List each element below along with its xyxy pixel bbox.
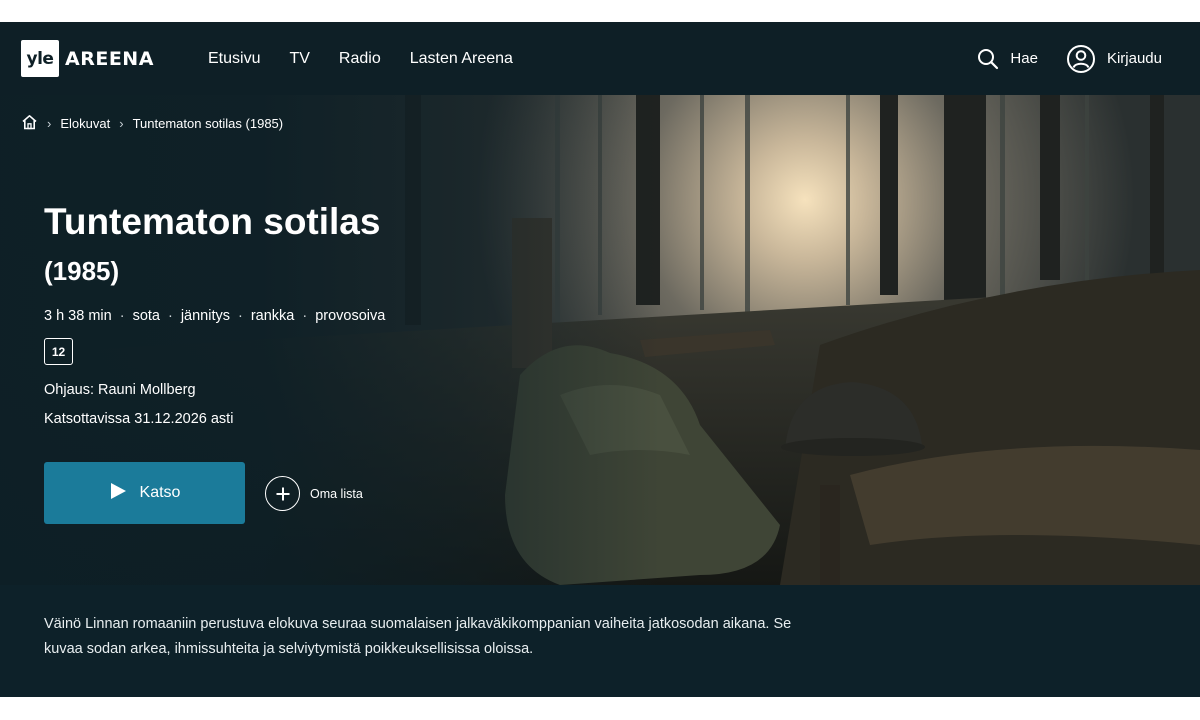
meta-tag: rankka (250, 308, 295, 324)
search-icon (977, 48, 999, 70)
program-meta: 3 h 38 min · sota · jännitys · rankka · … (44, 308, 385, 324)
program-description: Väinö Linnan romaaniin perustuva elokuva… (44, 616, 792, 657)
search-label: Hae (1010, 50, 1038, 67)
search-button[interactable]: Hae (977, 48, 1038, 70)
yle-areena-logo[interactable]: yle AREENA (21, 40, 154, 77)
age-rating-badge: 12 (44, 338, 73, 365)
login-button[interactable]: Kirjaudu (1066, 44, 1162, 74)
login-label: Kirjaudu (1106, 50, 1162, 67)
areena-logo-text: AREENA (65, 47, 154, 70)
add-to-list-button[interactable]: Oma lista (265, 476, 363, 511)
main-nav: Etusivu TV Radio Lasten Areena (208, 22, 513, 95)
breadcrumb-item-current: Tuntematon sotilas (1985) (132, 116, 284, 131)
meta-separator: · (119, 308, 125, 324)
areena-page: yle AREENA Etusivu TV Radio Lasten Areen… (0, 22, 1200, 697)
meta-duration: 3 h 38 min (44, 308, 112, 324)
meta-separator: · (238, 308, 243, 324)
nav-item-etusivu[interactable]: Etusivu (208, 50, 260, 68)
nav-item-lasten-areena[interactable]: Lasten Areena (410, 50, 513, 68)
program-hero: › Elokuvat › Tuntematon sotilas (1985) T… (0, 95, 1200, 585)
meta-tag: provosoiva (315, 308, 386, 324)
watch-button[interactable]: Katso (44, 462, 245, 524)
nav-item-tv[interactable]: TV (289, 50, 309, 68)
chevron-right-icon: › (119, 116, 124, 131)
meta-tag: jännitys (180, 308, 230, 324)
chevron-right-icon: › (47, 116, 52, 131)
availability-text: Katsottavissa 31.12.2026 asti (44, 411, 234, 427)
play-icon (109, 482, 127, 505)
nav-item-radio[interactable]: Radio (339, 50, 381, 68)
user-icon (1066, 44, 1096, 74)
top-navigation-bar: yle AREENA Etusivu TV Radio Lasten Areen… (0, 22, 1200, 95)
program-director: Ohjaus: Rauni Mollberg (44, 382, 196, 398)
yle-logo-mark: yle (21, 40, 59, 77)
plus-icon (265, 476, 300, 511)
breadcrumb: › Elokuvat › Tuntematon sotilas (1985) (21, 114, 283, 133)
home-icon[interactable] (21, 114, 38, 133)
meta-separator: · (302, 308, 308, 324)
program-year: (1985) (44, 256, 120, 286)
breadcrumb-item-elokuvat[interactable]: Elokuvat (60, 116, 110, 131)
meta-genre: sota (132, 308, 160, 324)
watch-label: Katso (139, 484, 181, 501)
meta-separator: · (167, 308, 173, 324)
add-to-list-label: Oma lista (310, 486, 363, 501)
header-actions: Hae Kirjaudu (977, 22, 1162, 95)
program-title: Tuntematon sotilas (44, 201, 381, 242)
